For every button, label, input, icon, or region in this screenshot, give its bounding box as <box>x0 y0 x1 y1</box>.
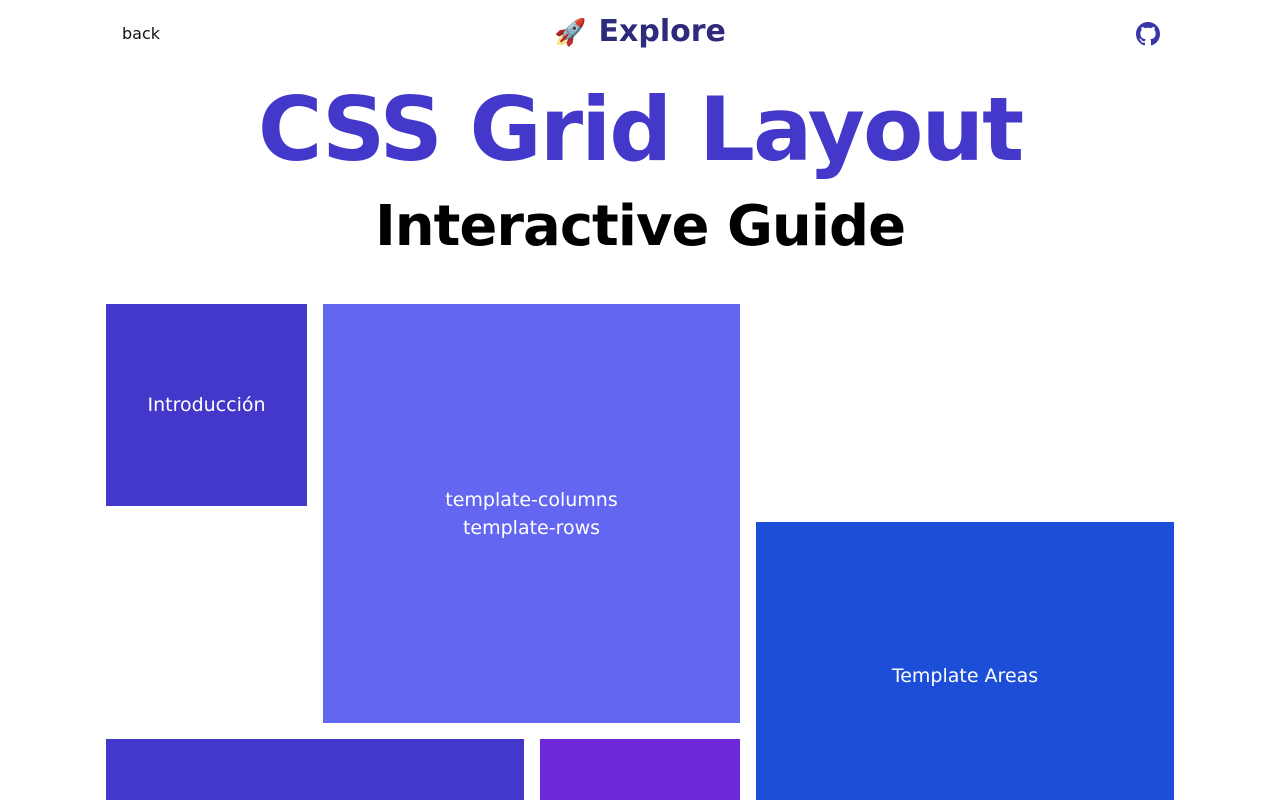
tile-introduccion[interactable]: Introducción <box>106 304 307 506</box>
tile-template-areas[interactable]: Template Areas <box>756 522 1174 800</box>
rocket-icon: 🚀 <box>554 18 587 48</box>
tile-template-columns-rows[interactable]: template-columns template-rows <box>323 304 740 723</box>
tile-bottom-middle[interactable] <box>540 739 740 800</box>
page: back 🚀 Explore CSS Grid Layout Interactiv… <box>0 0 1280 800</box>
brand-link[interactable]: 🚀 Explore <box>0 14 1280 49</box>
page-title: CSS Grid Layout <box>257 78 1024 181</box>
tile-label: Template Areas <box>891 665 1039 687</box>
tile-label-line1: template-columns <box>445 488 618 511</box>
page-subtitle: Interactive Guide <box>374 194 906 259</box>
tile-label-line2: template-rows <box>462 516 601 539</box>
brand-label: Explore <box>598 14 726 49</box>
tile-bottom-left[interactable] <box>106 739 524 800</box>
github-icon[interactable] <box>1136 22 1160 46</box>
tile-label: Introducción <box>147 394 266 416</box>
top-nav: back 🚀 Explore <box>0 0 1280 68</box>
